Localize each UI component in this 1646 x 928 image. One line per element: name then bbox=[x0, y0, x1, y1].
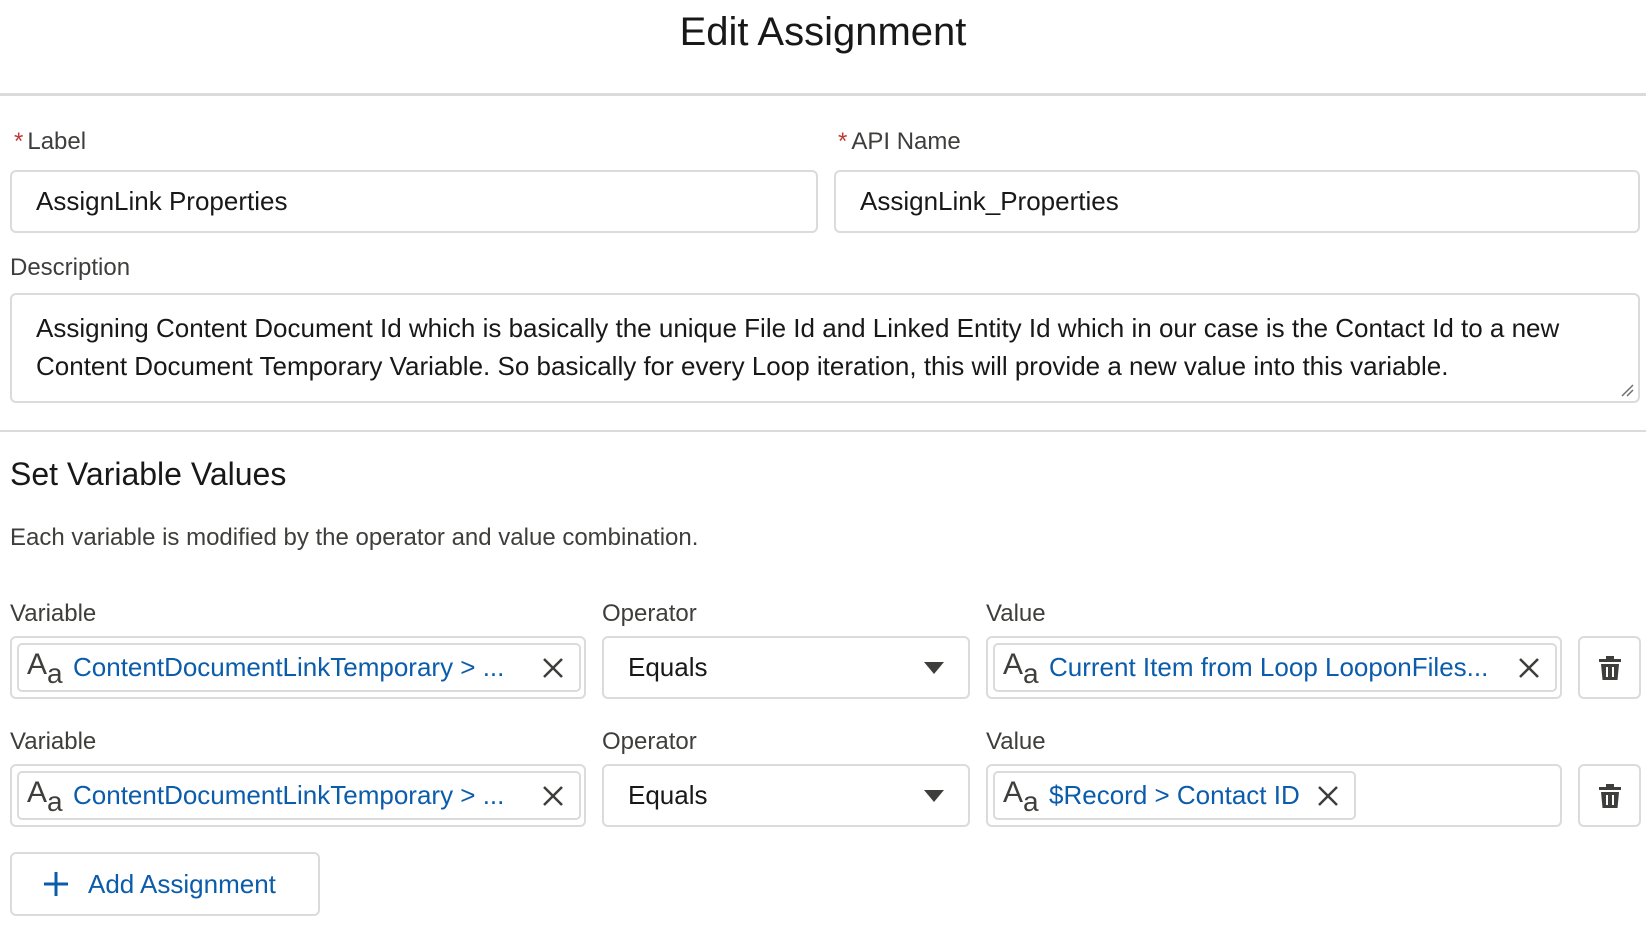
add-assignment-button[interactable]: Add Assignment bbox=[10, 852, 320, 916]
operator-value: Equals bbox=[628, 780, 708, 810]
variable-label: Variable bbox=[10, 600, 97, 627]
delete-assignment-button[interactable] bbox=[1578, 764, 1641, 827]
variable-pill: Aa ContentDocumentLinkTemporary > ... bbox=[17, 771, 581, 820]
text-resource-icon: Aa bbox=[1003, 647, 1039, 689]
value-pill-label: $Record > Contact ID bbox=[1049, 780, 1300, 810]
modal-title: Edit Assignment bbox=[679, 10, 967, 54]
section-divider bbox=[0, 430, 1646, 432]
api-name-input[interactable]: AssignLink_Properties bbox=[834, 170, 1640, 233]
value-label: Value bbox=[986, 600, 1046, 627]
remove-icon[interactable] bbox=[1310, 778, 1346, 814]
operator-label: Operator bbox=[602, 728, 697, 755]
label-input[interactable]: AssignLink Properties bbox=[10, 170, 818, 233]
operator-select[interactable]: Equals bbox=[602, 636, 970, 699]
plus-icon bbox=[44, 872, 68, 896]
value-lookup[interactable]: Aa Current Item from Loop LooponFiles... bbox=[986, 636, 1562, 699]
remove-icon[interactable] bbox=[535, 650, 571, 686]
add-assignment-label: Add Assignment bbox=[88, 868, 276, 899]
delete-assignment-button[interactable] bbox=[1578, 636, 1641, 699]
section-title: Set Variable Values bbox=[10, 456, 287, 492]
variable-lookup[interactable]: Aa ContentDocumentLinkTemporary > ... bbox=[10, 636, 586, 699]
description-textarea[interactable]: Assigning Content Document Id which is b… bbox=[10, 293, 1640, 403]
resize-grip-icon[interactable] bbox=[1620, 383, 1634, 397]
text-resource-icon: Aa bbox=[1003, 775, 1039, 817]
value-pill: Aa $Record > Contact ID bbox=[993, 771, 1356, 820]
api-name-field-label: * API Name bbox=[838, 128, 961, 155]
operator-select[interactable]: Equals bbox=[602, 764, 970, 827]
description-label: Description bbox=[10, 254, 131, 281]
trash-icon bbox=[1598, 783, 1621, 808]
variable-pill-label: ContentDocumentLinkTemporary > ... bbox=[73, 780, 505, 810]
variable-label: Variable bbox=[10, 728, 97, 755]
value-label: Value bbox=[986, 728, 1046, 755]
operator-label: Operator bbox=[602, 600, 697, 627]
variable-lookup[interactable]: Aa ContentDocumentLinkTemporary > ... bbox=[10, 764, 586, 827]
remove-icon[interactable] bbox=[535, 778, 571, 814]
operator-value: Equals bbox=[628, 652, 708, 682]
section-description: Each variable is modified by the operato… bbox=[10, 524, 699, 551]
required-indicator: * bbox=[838, 128, 848, 155]
text-resource-icon: Aa bbox=[27, 775, 63, 817]
modal-header: Edit Assignment bbox=[0, 0, 1646, 96]
trash-icon bbox=[1598, 655, 1621, 680]
text-resource-icon: Aa bbox=[27, 647, 63, 689]
value-pill-label: Current Item from Loop LooponFiles... bbox=[1049, 652, 1489, 682]
remove-icon[interactable] bbox=[1511, 650, 1547, 686]
label-field-label: * Label bbox=[14, 128, 87, 155]
value-pill: Aa Current Item from Loop LooponFiles... bbox=[993, 643, 1557, 692]
value-lookup[interactable]: Aa $Record > Contact ID bbox=[986, 764, 1562, 827]
variable-pill-label: ContentDocumentLinkTemporary > ... bbox=[73, 652, 505, 682]
variable-pill: Aa ContentDocumentLinkTemporary > ... bbox=[17, 643, 581, 692]
chevron-down-icon bbox=[924, 661, 944, 674]
chevron-down-icon bbox=[924, 789, 944, 802]
required-indicator: * bbox=[14, 128, 24, 155]
